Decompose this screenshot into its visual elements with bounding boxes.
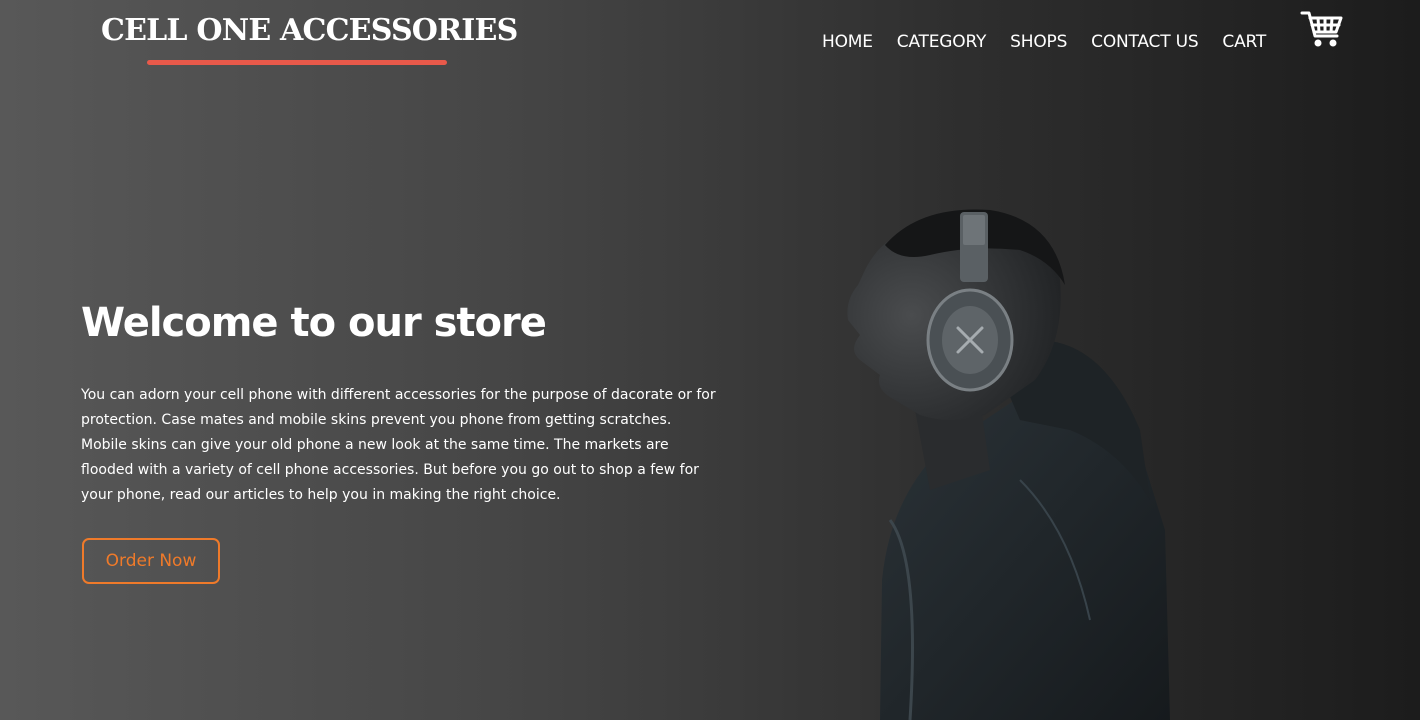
site-logo[interactable]: CELL ONE ACCESSORIES [101, 14, 518, 47]
nav-contact-us[interactable]: CONTACT US [1091, 32, 1198, 52]
hero-description: You can adorn your cell phone with diffe… [81, 387, 716, 503]
shopping-cart-icon[interactable] [1300, 10, 1344, 50]
logo-underline [147, 60, 447, 65]
nav-shops[interactable]: SHOPS [1010, 32, 1067, 52]
nav-category[interactable]: CATEGORY [897, 32, 987, 52]
nav-cart[interactable]: CART [1222, 32, 1266, 52]
hero-title: Welcome to our store [81, 300, 547, 346]
order-now-button[interactable]: Order Now [82, 538, 220, 584]
main-nav: HOME CATEGORY SHOPS CONTACT US CART [822, 32, 1266, 52]
man-with-headphones-image [847, 209, 1170, 720]
nav-home[interactable]: HOME [822, 32, 873, 52]
